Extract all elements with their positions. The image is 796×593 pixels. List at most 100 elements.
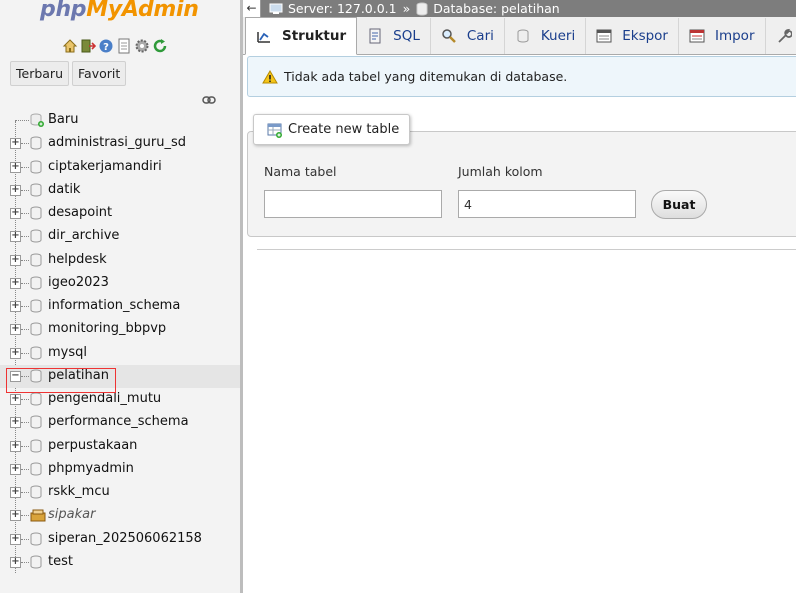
expand-icon[interactable]: + bbox=[10, 487, 21, 498]
tab-impor[interactable]: Impor bbox=[679, 18, 766, 54]
create-table-form bbox=[247, 131, 796, 237]
database-group-icon bbox=[30, 508, 46, 522]
table-name-input[interactable] bbox=[264, 190, 442, 218]
tab-kueri[interactable]: Kueri bbox=[505, 18, 587, 54]
database-icon bbox=[30, 415, 42, 429]
expand-icon[interactable]: + bbox=[10, 324, 21, 336]
database-name: test bbox=[48, 553, 73, 569]
tree-item-new[interactable]: Baru bbox=[0, 109, 240, 132]
phpmyadmin-logo[interactable]: phpMyAdmin bbox=[40, 0, 199, 22]
table-add-icon bbox=[267, 123, 282, 138]
tree-item-information-schema[interactable]: + information_schema bbox=[0, 295, 240, 318]
database-name: phpmyadmin bbox=[48, 460, 134, 476]
tree-item-mysql[interactable]: + mysql bbox=[0, 342, 240, 365]
database-name: performance_schema bbox=[48, 414, 189, 430]
structure-icon bbox=[256, 28, 272, 44]
docs-icon[interactable] bbox=[116, 38, 132, 54]
tree-item-igeo2023[interactable]: + igeo2023 bbox=[0, 272, 240, 295]
create-table-legend: Create new table bbox=[253, 114, 411, 145]
recent-favorite-tabs: Terbaru Favorit bbox=[10, 61, 127, 86]
database-name: sipakar bbox=[48, 507, 96, 523]
database-name: monitoring_bbpvp bbox=[48, 321, 167, 337]
database-icon bbox=[416, 2, 428, 15]
database-icon bbox=[30, 206, 42, 220]
reload-icon[interactable] bbox=[152, 38, 168, 54]
sql-icon bbox=[367, 28, 383, 44]
tree-item-desapoint[interactable]: + desapoint bbox=[0, 202, 240, 225]
breadcrumb-database[interactable]: Database: pelatihan bbox=[416, 1, 560, 16]
database-name: information_schema bbox=[48, 298, 181, 313]
new-database-icon bbox=[30, 113, 44, 127]
expand-icon[interactable]: + bbox=[10, 463, 21, 475]
exit-icon[interactable] bbox=[80, 38, 97, 54]
favorite-tab[interactable]: Favorit bbox=[72, 61, 127, 86]
expand-icon[interactable]: + bbox=[10, 277, 21, 289]
sidebar-resizer[interactable] bbox=[240, 0, 243, 593]
database-name: rskk_mcu bbox=[48, 484, 110, 499]
expand-icon[interactable]: + bbox=[10, 533, 21, 545]
table-name-label: Nama tabel bbox=[264, 164, 337, 179]
tree-item-dir-archive[interactable]: + dir_archive bbox=[0, 225, 240, 248]
expand-icon[interactable]: + bbox=[10, 510, 21, 522]
expand-icon[interactable]: + bbox=[10, 347, 21, 359]
database-name: datik bbox=[48, 181, 81, 197]
server-icon bbox=[269, 3, 283, 14]
tree-item-performance-schema[interactable]: + performance_schema bbox=[0, 411, 240, 434]
database-name: igeo2023 bbox=[48, 274, 109, 290]
column-count-input[interactable]: 4 bbox=[458, 190, 636, 218]
database-name: mysql bbox=[48, 344, 87, 360]
tab-operations[interactable]: O bbox=[766, 18, 796, 54]
divider bbox=[257, 249, 796, 250]
tab-struktur[interactable]: Struktur bbox=[245, 17, 358, 55]
tree-item-monitoring-bbpvp[interactable]: + monitoring_bbpvp bbox=[0, 318, 240, 341]
tree-item-helpdesk[interactable]: + helpdesk bbox=[0, 249, 240, 272]
settings-icon[interactable] bbox=[134, 38, 150, 54]
database-name: dir_archive bbox=[48, 228, 120, 244]
import-icon bbox=[689, 28, 705, 44]
tree-item-rskk-mcu[interactable]: + rskk_mcu bbox=[0, 481, 240, 504]
database-name: perpustakaan bbox=[48, 437, 138, 453]
tab-cari[interactable]: Cari bbox=[431, 18, 505, 54]
query-icon bbox=[515, 28, 531, 44]
tab-sql[interactable]: SQL bbox=[357, 18, 431, 54]
notice-text: Tidak ada tabel yang ditemukan di databa… bbox=[284, 69, 568, 84]
tree-item-administrasi-guru-sd[interactable]: + administrasi_guru_sd bbox=[0, 132, 240, 155]
recent-tab[interactable]: Terbaru bbox=[10, 61, 69, 86]
tree-item-phpmyadmin[interactable]: + phpmyadmin bbox=[0, 458, 240, 481]
tree-item-datik[interactable]: + datik bbox=[0, 179, 240, 202]
tree-item-perpustakaan[interactable]: + perpustakaan bbox=[0, 435, 240, 458]
expand-icon[interactable]: + bbox=[10, 556, 21, 568]
create-button[interactable]: Buat bbox=[651, 190, 707, 219]
quick-icons: ? bbox=[62, 38, 168, 54]
expand-icon[interactable]: + bbox=[10, 440, 21, 452]
breadcrumb: ← Server: 127.0.0.1 » Database: pelatiha… bbox=[243, 0, 796, 17]
collapse-arrow-icon[interactable]: ← bbox=[243, 0, 261, 17]
breadcrumb-server[interactable]: Server: 127.0.0.1 bbox=[269, 1, 397, 16]
tree-item-siperan-202506062158[interactable]: + siperan_202506062158 bbox=[0, 528, 240, 551]
expand-icon[interactable]: + bbox=[10, 208, 21, 219]
column-count-label: Jumlah kolom bbox=[458, 164, 543, 179]
tree-item-test[interactable]: + test bbox=[0, 551, 240, 574]
help-icon[interactable]: ? bbox=[98, 38, 114, 54]
expand-icon[interactable]: + bbox=[10, 417, 21, 429]
operations-icon bbox=[776, 28, 793, 44]
database-icon bbox=[30, 136, 42, 150]
tree-item-ciptakerjamandiri[interactable]: + ciptakerjamandiri bbox=[0, 156, 240, 179]
expand-icon[interactable]: + bbox=[10, 394, 21, 405]
database-icon bbox=[30, 183, 42, 197]
database-icon bbox=[30, 485, 42, 499]
expand-icon[interactable]: + bbox=[10, 138, 21, 150]
expand-icon[interactable]: + bbox=[10, 161, 21, 173]
expand-icon[interactable]: + bbox=[10, 231, 21, 243]
tree-item-sipakar[interactable]: + sipakar bbox=[0, 504, 240, 527]
expand-icon[interactable]: + bbox=[10, 254, 21, 266]
tab-ekspor[interactable]: Ekspor bbox=[586, 18, 679, 54]
database-icon bbox=[30, 229, 42, 243]
link-icon[interactable] bbox=[202, 94, 216, 109]
expand-icon[interactable]: + bbox=[10, 301, 21, 312]
database-icon bbox=[30, 462, 42, 476]
expand-icon[interactable]: + bbox=[10, 184, 21, 196]
home-icon[interactable] bbox=[62, 38, 78, 54]
database-name: administrasi_guru_sd bbox=[48, 135, 187, 151]
database-icon bbox=[30, 346, 42, 360]
